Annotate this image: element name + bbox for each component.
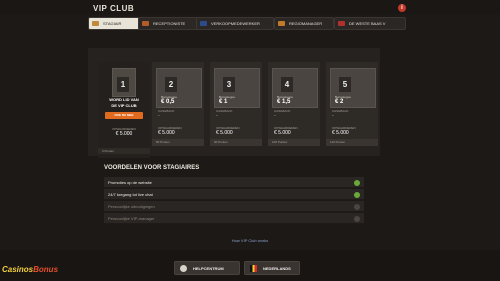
level-number: 5 <box>339 77 351 92</box>
flag-icon <box>250 265 257 272</box>
page-title: VIP CLUB <box>93 4 135 13</box>
level-card-3: 3 Bonustegoe € 1 CASHBACK - OPWAARDEREN € … <box>210 62 262 146</box>
cashback-value: - <box>158 113 160 119</box>
level-card-2: 2 Bonustegoe € 0,5 CASHBACK - OPWAARDEREN … <box>152 62 204 146</box>
tab-receptioniste[interactable]: RECEPTIONISTE <box>138 17 200 30</box>
level-number: 4 <box>281 77 293 92</box>
points: 110 Punten <box>326 139 378 146</box>
points: 100 Punten <box>268 139 320 146</box>
badge-icon <box>92 21 99 26</box>
level-box: 1 <box>112 68 136 97</box>
tab-de-weste-baas[interactable]: DE WESTE BAAS V <box>334 17 406 30</box>
cashback-label: CASHBACK <box>274 109 291 113</box>
level-box: 5 Bonustegoe € 2 <box>330 68 376 108</box>
benefits-title: VOORDELEN VOOR STAGIAIRES <box>104 165 200 171</box>
badge-icon <box>200 21 207 26</box>
level-box: 2 Bonustegoe € 0,5 <box>156 68 202 108</box>
spend-value: € 5.000 <box>274 130 291 136</box>
cashback-value: - <box>216 113 218 119</box>
bonus-value: € 0,5 <box>161 99 175 105</box>
level-card-4: 4 Bonustegoe € 1,5 CASHBACK - OPWAARDEREN … <box>268 62 320 146</box>
join-line-2: DE VIP CLUB <box>111 103 137 108</box>
cashback-value: - <box>274 113 276 119</box>
benefit-label: 24/7 toegang tot live chat <box>108 192 153 197</box>
check-icon <box>354 180 360 186</box>
level-box: 4 Bonustegoe € 1,5 <box>272 68 318 108</box>
cashback-value: - <box>332 113 334 119</box>
spend-value: € 5.000 <box>158 130 175 136</box>
cashback-label: CASHBACK <box>216 109 233 113</box>
info-icon[interactable]: i <box>398 4 406 12</box>
join-line-1: WORD LID VAN <box>109 97 139 102</box>
badge-icon <box>338 21 345 26</box>
level-card-1: 1 WORD LID VAN DE VIP CLUB DOE NU MEE OP… <box>98 62 150 158</box>
cashback-label: CASHBACK <box>158 109 175 113</box>
benefit-label: Persoonlijke VIP-manager <box>108 216 155 221</box>
points: 80 Punten <box>152 139 204 146</box>
benefit-row: Persoonlijke VIP-manager <box>104 213 364 224</box>
check-icon <box>354 192 360 198</box>
level-number: 1 <box>117 77 129 92</box>
spend-value: € 5.000 <box>216 130 233 136</box>
tab-verkoopmedewerker[interactable]: VERKOOPMEDEWERKER <box>196 17 274 30</box>
level-card-5: 5 Bonustegoe € 2 CASHBACK - OPWAARDEREN € … <box>326 62 378 146</box>
level-box: 3 Bonustegoe € 1 <box>214 68 260 108</box>
help-center-button[interactable]: HELPCENTRUM <box>174 261 240 275</box>
language-button[interactable]: NEDERLANDS <box>244 261 300 275</box>
spend-value: € 5.000 <box>332 130 349 136</box>
points: 0 Punten <box>98 148 150 154</box>
help-icon <box>180 265 187 272</box>
tab-regiomanager[interactable]: REGIOMANAGER <box>274 17 334 30</box>
check-icon <box>354 204 360 210</box>
benefit-row: Promoties op de website <box>104 177 364 188</box>
how-it-works-link[interactable]: How VIP Club works <box>0 238 500 243</box>
points: 90 Punten <box>210 139 262 146</box>
benefit-label: Persoonlijke uitnodigingen <box>108 204 155 209</box>
join-button[interactable]: DOE NU MEE <box>105 112 143 119</box>
level-number: 2 <box>165 77 177 92</box>
casinos-bonus-logo: CasinosBonus <box>2 265 59 274</box>
tab-stagiair[interactable]: STAGIAIR <box>88 17 140 30</box>
benefit-row: Persoonlijke uitnodigingen <box>104 201 364 212</box>
spend-value: € 5.000 <box>115 131 133 137</box>
level-number: 3 <box>223 77 235 92</box>
header: VIP CLUB i <box>0 0 500 14</box>
tab-bar: STAGIAIR RECEPTIONISTE VERKOOPMEDEWERKER… <box>88 17 410 31</box>
check-icon <box>354 216 360 222</box>
badge-icon <box>278 21 285 26</box>
bonus-value: € 1,5 <box>277 99 291 105</box>
benefit-label: Promoties op de website <box>108 180 152 185</box>
cashback-label: CASHBACK <box>332 109 349 113</box>
bonus-value: € 2 <box>335 99 344 105</box>
benefit-row: 24/7 toegang tot live chat <box>104 189 364 200</box>
bonus-value: € 1 <box>219 99 228 105</box>
badge-icon <box>142 21 149 26</box>
